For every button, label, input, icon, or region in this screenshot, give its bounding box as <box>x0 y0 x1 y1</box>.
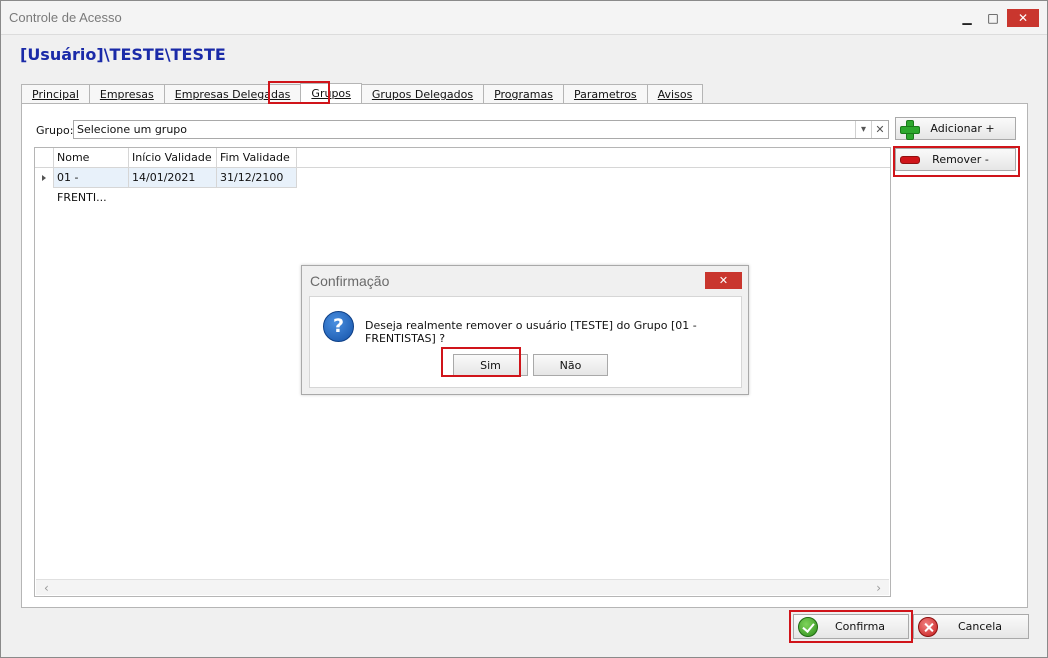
cell-inicio-validade[interactable]: 14/01/2021 <box>129 168 217 188</box>
dialog-title: Confirmação <box>310 273 390 289</box>
no-button[interactable]: Não <box>533 354 608 376</box>
maximize-button[interactable]: □ <box>979 9 1007 27</box>
dialog-message: Deseja realmente remover o usuário [TEST… <box>365 319 697 345</box>
access-control-window: Controle de Acesso ▁ □ ✕ [Usuário]\TESTE… <box>0 0 1048 658</box>
add-group-button[interactable]: Adicionar + <box>895 117 1016 140</box>
cell-fim-validade[interactable]: 31/12/2100 <box>217 168 297 188</box>
dialog-body: ? Deseja realmente remover o usuário [TE… <box>309 296 742 388</box>
tab-principal[interactable]: Principal <box>21 84 90 104</box>
page-title: [Usuário]\TESTE\TESTE <box>20 45 226 64</box>
grid-header: Nome Início Validade Fim Validade <box>35 148 890 168</box>
cancel-button[interactable]: Cancela <box>913 614 1029 639</box>
tab-empresas[interactable]: Empresas <box>88 84 165 104</box>
tab-empresas-delegadas[interactable]: Empresas Delegadas <box>163 84 302 104</box>
confirm-dialog: Confirmação ✕ ? Deseja realmente remover… <box>301 265 749 395</box>
row-indicator-header <box>35 148 54 168</box>
grupo-select-value: Selecione um grupo <box>77 123 188 136</box>
horizontal-scrollbar[interactable]: ‹ › <box>36 579 889 595</box>
cell-nome[interactable]: 01 - FRENTI... <box>54 168 129 204</box>
confirm-button[interactable]: Confirma <box>793 614 909 639</box>
remove-group-label: Remover - <box>932 153 989 166</box>
yes-button[interactable]: Sim <box>453 354 528 376</box>
scroll-left-icon[interactable]: ‹ <box>44 581 49 595</box>
minimize-button[interactable]: ▁ <box>953 9 981 27</box>
column-header-fim-validade[interactable]: Fim Validade <box>217 148 297 168</box>
title-bar: Controle de Acesso ▁ □ ✕ <box>1 1 1047 35</box>
column-header-inicio-validade[interactable]: Início Validade <box>129 148 217 168</box>
yes-button-label: Sim <box>480 358 501 372</box>
add-group-label: Adicionar + <box>930 122 995 135</box>
window-close-button[interactable]: ✕ <box>1007 9 1039 27</box>
tab-grupos[interactable]: Grupos <box>300 83 362 104</box>
chevron-down-icon[interactable]: ▾ <box>855 121 871 138</box>
row-pointer-icon <box>42 175 46 181</box>
window-title: Controle de Acesso <box>9 10 122 25</box>
column-header-nome[interactable]: Nome <box>54 148 129 168</box>
remove-group-button[interactable]: Remover - <box>895 148 1016 171</box>
dialog-close-button[interactable]: ✕ <box>705 272 742 289</box>
question-icon: ? <box>323 311 354 342</box>
no-button-label: Não <box>559 358 582 372</box>
grupo-select[interactable]: Selecione um grupo ▾ ✕ <box>73 120 889 139</box>
tab-strip: Principal Empresas Empresas Delegadas Gr… <box>21 83 704 104</box>
table-row[interactable]: 01 - FRENTI... 14/01/2021 31/12/2100 <box>35 168 298 204</box>
tab-grupos-delegados[interactable]: Grupos Delegados <box>360 84 485 104</box>
clear-icon[interactable]: ✕ <box>871 121 888 138</box>
tab-avisos[interactable]: Avisos <box>646 84 704 104</box>
confirm-button-label: Confirma <box>834 620 886 633</box>
grupo-label: Grupo: <box>36 124 74 137</box>
cancel-button-label: Cancela <box>957 620 1002 633</box>
tab-programas[interactable]: Programas <box>483 84 564 104</box>
scroll-right-icon[interactable]: › <box>876 581 881 595</box>
row-indicator <box>35 168 54 188</box>
tab-parametros[interactable]: Parametros <box>562 84 648 104</box>
